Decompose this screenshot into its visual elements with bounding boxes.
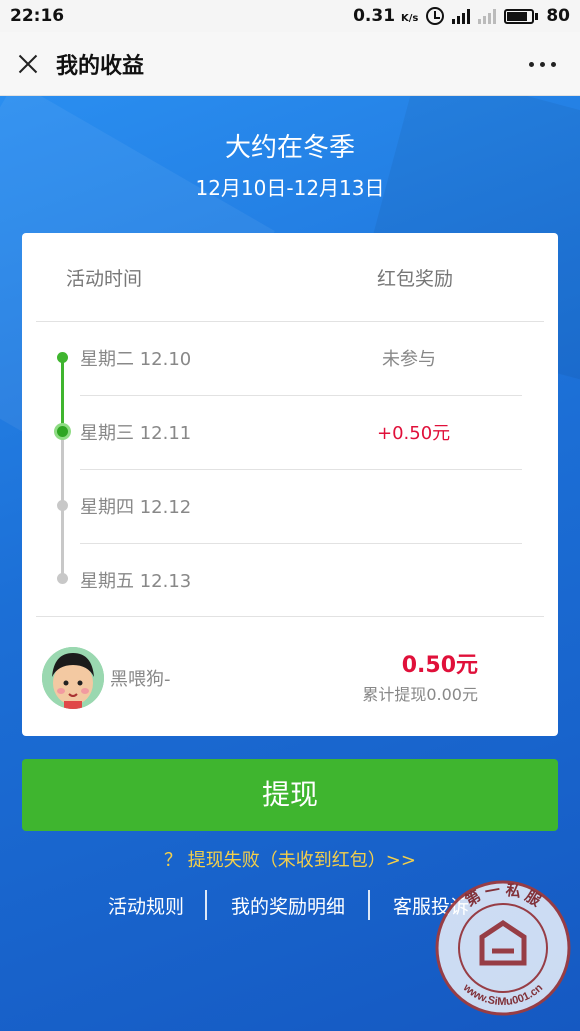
row-divider (80, 543, 522, 544)
alarm-clock-icon (426, 7, 445, 25)
rewards-card: 活动时间 红包奖励 星期二 12.10 未参与 星期三 12.11 +0.50元… (22, 233, 558, 736)
cumulative-withdrawn: 累计提现0.00元 (362, 685, 478, 704)
timeline-dot (57, 500, 68, 511)
timeline-dot (57, 573, 68, 584)
divider (36, 616, 544, 617)
timeline-dot (57, 352, 68, 363)
divider (36, 321, 544, 322)
withdraw-failed-link[interactable]: ？ 提现失败（未收到红包）>> (0, 846, 580, 872)
row-date: 星期四 12.12 (80, 497, 192, 518)
page-title: 我的收益 (56, 54, 145, 79)
row-date: 星期二 12.10 (80, 349, 192, 370)
event-dates: 12月10日-12月13日 (195, 176, 385, 200)
signal-4g-icon (452, 8, 471, 24)
network-speed: 0.31 K/s (353, 6, 419, 26)
row-date: 星期三 12.11 (80, 423, 192, 444)
more-options-icon[interactable] (529, 62, 556, 67)
row-date: 星期五 12.13 (80, 571, 192, 592)
reward-total: 0.50元 (401, 653, 478, 678)
watermark-seal-icon: 第 一 私 服 www.SiMu001.cn (432, 877, 574, 1019)
title-bar: 我的收益 (0, 32, 580, 96)
battery-icon (504, 8, 539, 24)
column-header-reward: 红包奖励 (377, 268, 454, 290)
signal-secondary-icon (478, 8, 497, 24)
timeline-line-active (61, 357, 64, 431)
row-divider (80, 469, 522, 470)
user-nickname: 黑喂狗- (110, 669, 171, 690)
battery-level: 80 (546, 6, 570, 26)
row-reward: +0.50元 (377, 423, 451, 444)
status-bar: 22:16 0.31 K/s 80 (0, 0, 580, 32)
link-activity-rules[interactable]: 活动规则 (108, 892, 184, 919)
event-title: 大约在冬季 (224, 133, 355, 163)
link-separator (205, 890, 207, 920)
close-icon[interactable] (16, 52, 40, 76)
status-time: 22:16 (10, 6, 65, 26)
avatar (42, 647, 104, 709)
column-header-time: 活动时间 (66, 268, 143, 290)
withdraw-button[interactable]: 提现 (22, 759, 558, 831)
link-reward-details[interactable]: 我的奖励明细 (231, 892, 345, 919)
row-divider (80, 395, 522, 396)
row-reward: 未参与 (382, 349, 436, 370)
timeline-dot-current (54, 423, 71, 440)
link-separator (368, 890, 370, 920)
